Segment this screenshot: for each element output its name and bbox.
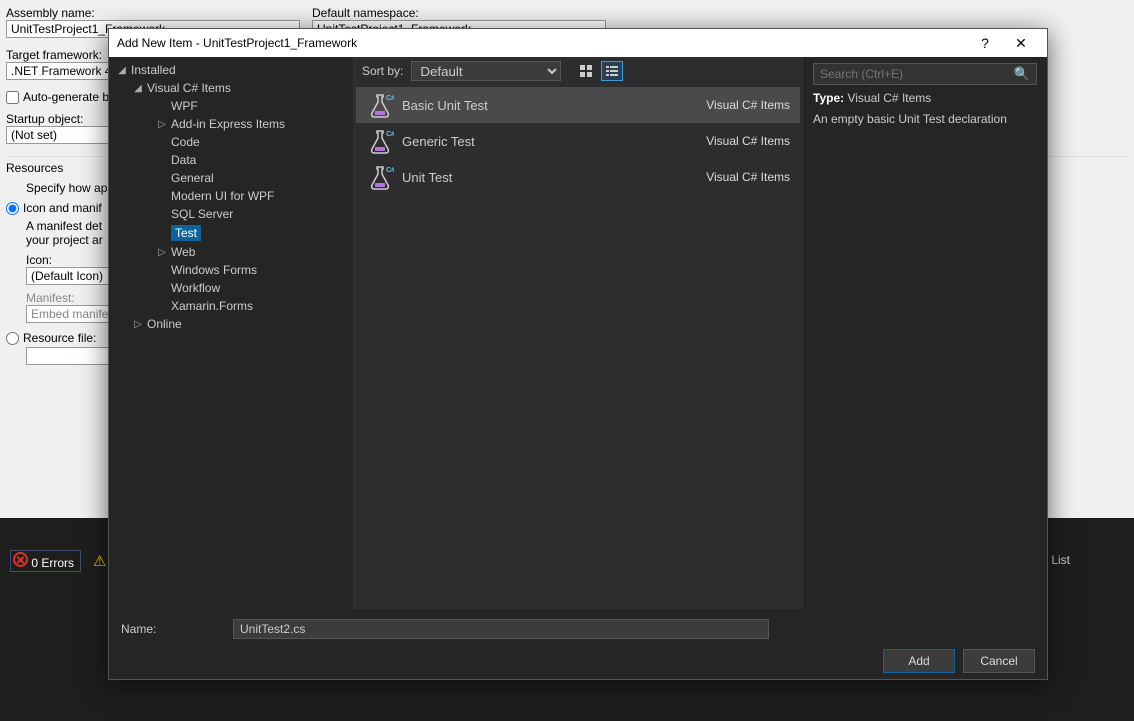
add-button[interactable]: Add [883,649,955,673]
search-box[interactable]: 🔍 [813,63,1037,85]
svg-text:C#: C# [386,167,394,174]
icon-select[interactable] [26,267,116,285]
template-name: Unit Test [402,170,696,185]
cancel-button[interactable]: Cancel [963,649,1035,673]
dialog-title: Add New Item - UnitTestProject1_Framewor… [117,36,357,50]
icon-and-manifest-radio[interactable] [6,202,19,215]
template-name: Basic Unit Test [402,98,696,113]
filename-input[interactable] [233,619,769,639]
arrow-down-icon: ◢ [117,65,127,76]
resource-file-radio[interactable] [6,332,19,345]
template-item-basic-unit-test[interactable]: C# Basic Unit Test Visual C# Items [356,87,800,123]
template-description: An empty basic Unit Test declaration [813,111,1037,128]
view-list-icon[interactable] [601,61,623,81]
assembly-name-label: Assembly name: [6,6,306,20]
search-input[interactable] [820,67,1014,81]
template-name: Generic Test [402,134,696,149]
list-text: List [1051,553,1070,567]
templates-toolbar: Sort by: Default [354,57,802,85]
tree-item-general[interactable]: General [109,169,353,187]
template-item-unit-test[interactable]: C# Unit Test Visual C# Items [356,159,800,195]
tree-installed[interactable]: ◢Installed [109,61,353,79]
tree-csharp-items[interactable]: ◢Visual C# Items [109,79,353,97]
svg-text:C#: C# [386,131,394,138]
sortby-label: Sort by: [362,64,403,78]
icon-and-manifest-label: Icon and manif [23,201,102,215]
template-lang: Visual C# Items [706,98,790,112]
arrow-right-icon: ▷ [157,247,167,258]
tree-item-data[interactable]: Data [109,151,353,169]
template-list: C# Basic Unit Test Visual C# Items C# Generi… [354,85,802,609]
search-icon[interactable]: 🔍 [1014,66,1030,82]
type-label: Type: [813,91,844,105]
arrow-right-icon: ▷ [157,119,167,130]
flask-icon: C# [366,128,392,154]
tree-item-modern-ui-for-wpf[interactable]: Modern UI for WPF [109,187,353,205]
close-button[interactable]: ✕ [1003,29,1039,57]
flask-icon: C# [366,92,392,118]
tree-item-test[interactable]: Test [109,223,353,243]
arrow-right-icon: ▷ [133,319,143,330]
sortby-select[interactable]: Default [411,61,561,81]
template-lang: Visual C# Items [706,134,790,148]
autogenerate-checkbox[interactable] [6,91,19,104]
manifest-select[interactable] [26,305,116,323]
type-value: Visual C# Items [847,91,931,105]
category-tree: ◢Installed ◢Visual C# Items WPF▷Add-in E… [109,57,354,609]
error-list-bar: 0 Errors ⚠ [0,548,106,574]
tree-item-workflow[interactable]: Workflow [109,279,353,297]
errors-count: 0 Errors [31,556,74,570]
tree-item-add-in-express-items[interactable]: ▷Add-in Express Items [109,115,353,133]
template-lang: Visual C# Items [706,170,790,184]
name-label: Name: [121,622,217,636]
dialog-titlebar[interactable]: Add New Item - UnitTestProject1_Framewor… [109,29,1047,57]
tree-item-web[interactable]: ▷Web [109,243,353,261]
arrow-down-icon: ◢ [133,83,143,94]
flask-icon: C# [366,164,392,190]
tree-online[interactable]: ▷Online [109,315,353,333]
help-button[interactable]: ? [967,29,1003,57]
view-large-icon[interactable] [575,61,597,81]
tree-item-xamarin-forms[interactable]: Xamarin.Forms [109,297,353,315]
dialog-footer: Name: Add Cancel [109,609,1047,679]
errors-badge[interactable]: 0 Errors [10,550,81,572]
add-new-item-dialog: Add New Item - UnitTestProject1_Framewor… [108,28,1048,680]
templates-pane: Sort by: Default C# Basic Unit Test Visual… [354,57,802,609]
autogenerate-label: Auto-generate bi [23,90,112,104]
tree-item-sql-server[interactable]: SQL Server [109,205,353,223]
warning-icon: ⚠ [93,552,106,570]
tree-item-code[interactable]: Code [109,133,353,151]
svg-text:C#: C# [386,95,394,102]
resource-file-label: Resource file: [23,331,96,345]
tree-item-wpf[interactable]: WPF [109,97,353,115]
template-item-generic-test[interactable]: C# Generic Test Visual C# Items [356,123,800,159]
details-pane: 🔍 Type: Visual C# Items An empty basic U… [802,57,1047,609]
resource-file-input[interactable] [26,347,116,365]
tree-item-windows-forms[interactable]: Windows Forms [109,261,353,279]
default-namespace-label: Default namespace: [312,6,612,20]
error-icon [13,552,28,567]
